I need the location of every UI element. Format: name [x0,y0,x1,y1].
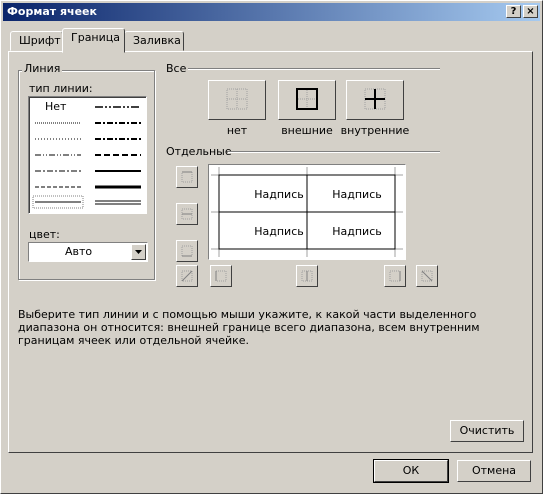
border-bottom-button[interactable] [176,240,198,262]
preset-outline-icon [296,88,318,110]
close-button[interactable]: × [523,5,538,18]
clear-button[interactable]: Очистить [450,420,524,442]
separate-group-title: Отдельные [166,145,232,158]
preset-none-label: нет [226,124,248,137]
border-preview[interactable]: Надпись Надпись Надпись Надпись [208,164,406,260]
border-bottom-icon [181,245,193,257]
line-style-label: тип линии: [29,82,93,95]
preset-inside-label: внутренние [340,124,410,137]
line-group-title: Линия [22,62,63,75]
border-right-icon [389,270,401,282]
border-inside-vertical-icon [301,270,313,282]
border-top-button[interactable] [176,166,198,188]
tab-border[interactable]: Граница [62,28,125,53]
border-inside-horizontal-button[interactable] [176,203,198,225]
color-label: цвет: [29,228,60,241]
preset-none-icon [226,88,248,110]
all-group-separator [188,68,440,70]
color-select[interactable]: Авто [28,242,148,262]
cancel-button[interactable]: Отмена [457,460,531,482]
border-inside-vertical-button[interactable] [296,265,318,287]
all-group-title: Все [166,62,187,75]
color-select-value: Авто [65,245,93,258]
preview-cell-2: Надпись [332,188,382,201]
title-bar[interactable]: Формат ячеек ? × [3,3,540,21]
border-right-button[interactable] [384,265,406,287]
border-diagonal-down-button[interactable] [416,265,438,287]
line-style-samples[interactable] [29,97,146,213]
preset-inside-button[interactable] [346,80,404,120]
preset-none-button[interactable] [208,80,266,120]
diagonal-up-icon [181,270,193,282]
border-diagonal-up-button[interactable] [176,265,198,287]
line-style-list[interactable]: Нет [28,96,147,214]
preset-outline-button[interactable] [278,80,336,120]
hint-text: Выберите тип линии и с помощью мыши укаж… [18,308,480,347]
dropdown-arrow-icon[interactable] [131,244,146,260]
tab-font[interactable]: Шрифт [10,31,63,51]
border-top-icon [181,171,193,183]
ok-button[interactable]: ОК [373,459,449,483]
border-inside-horizontal-icon [181,208,193,220]
border-left-icon [215,270,227,282]
diagonal-down-icon [421,270,433,282]
border-left-button[interactable] [210,265,232,287]
preset-inside-icon [364,88,386,110]
dialog-title: Формат ячеек [7,5,97,18]
tab-fill[interactable]: Заливка [124,31,184,51]
preview-cell-4: Надпись [332,225,382,238]
help-button[interactable]: ? [506,5,521,18]
separate-group-separator [228,151,440,153]
